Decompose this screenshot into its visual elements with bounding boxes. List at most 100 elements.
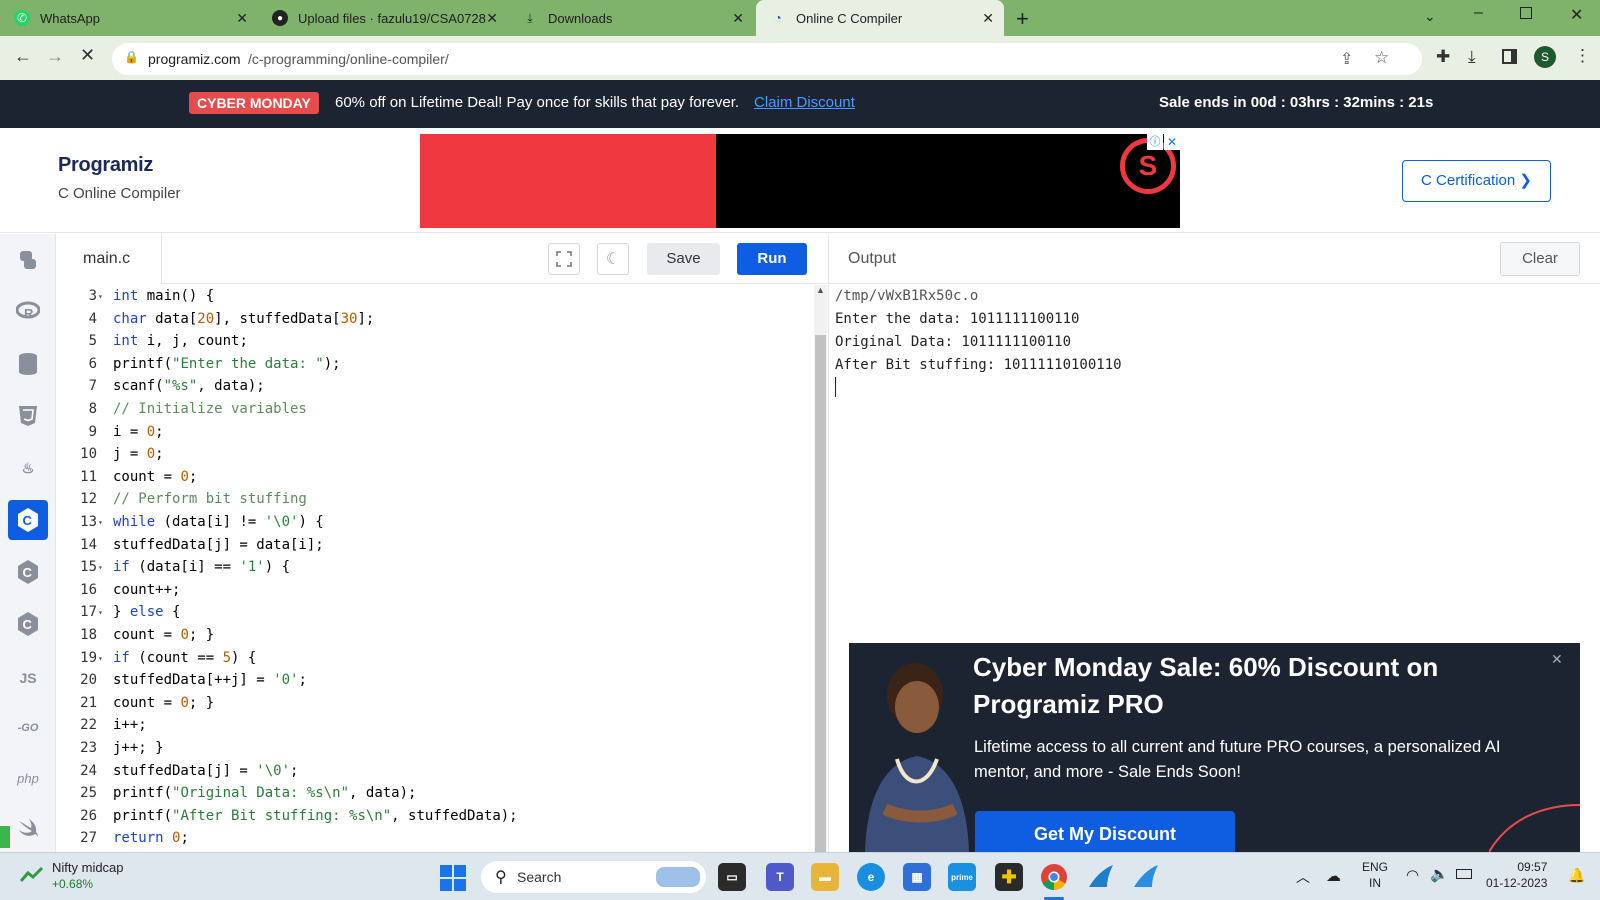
shark-app-2-icon[interactable] — [1132, 863, 1160, 891]
code-line[interactable]: 13 ▾ while (data[i] != '\0') { — [57, 511, 797, 534]
windows-start-icon[interactable] — [440, 865, 466, 896]
code-line[interactable]: 12 // Perform bit stuffing — [57, 488, 797, 511]
save-button[interactable]: Save — [647, 243, 720, 275]
code-line[interactable]: 5 int i, j, count; — [57, 330, 797, 353]
close-tab-icon[interactable]: ✕ — [982, 10, 994, 27]
python-icon[interactable] — [8, 240, 48, 280]
close-window-icon[interactable]: ✕ — [1570, 5, 1583, 25]
wifi-icon[interactable]: ◠ — [1406, 866, 1419, 884]
code-editor[interactable]: 3 ▾ int main() {4 char data[20], stuffedDat… — [57, 285, 812, 852]
notification-bell-icon[interactable]: 🔔 — [1568, 867, 1585, 884]
c-certification-button[interactable]: C Certification ❯ — [1402, 160, 1551, 202]
code-line[interactable]: 9 i = 0; — [57, 421, 797, 444]
code-line[interactable]: 26 printf("After Bit stuffing: %s\n", stu… — [57, 805, 797, 828]
file-tab[interactable]: main.c — [57, 234, 162, 284]
profile-avatar[interactable]: S — [1534, 46, 1556, 68]
taskbar-search-box[interactable]: ⚲ Search — [481, 861, 706, 893]
fullscreen-button[interactable] — [548, 243, 580, 275]
code-line[interactable]: 27 return 0; — [57, 827, 797, 850]
php-icon[interactable]: php — [8, 758, 48, 798]
code-line[interactable]: 6 printf("Enter the data: "); — [57, 353, 797, 376]
url-bar[interactable]: 🔒 programiz.com /c-programming/online-co… — [112, 43, 1422, 75]
menu-kebab-icon[interactable]: ⋮ — [1574, 46, 1591, 66]
task-view-icon[interactable]: ▭ — [718, 863, 746, 891]
ad-info-icon[interactable]: ⓘ — [1147, 134, 1163, 150]
code-line[interactable]: 14 stuffedData[j] = data[i]; — [57, 534, 797, 557]
share-icon[interactable]: ⇪ — [1340, 49, 1353, 69]
get-my-discount-button[interactable]: Get My Discount — [975, 811, 1235, 852]
go-icon[interactable]: -GO — [8, 708, 48, 748]
tab-github[interactable]: ● Upload files · fazulu19/CSA0728 ✕ — [258, 0, 508, 36]
code-line[interactable]: 23 j++; } — [57, 737, 797, 760]
side-panel-icon[interactable] — [1502, 49, 1517, 64]
javascript-icon[interactable]: JS — [8, 658, 48, 698]
tab-search-chevron-icon[interactable]: ⌄ — [1424, 8, 1436, 25]
r-language-icon[interactable]: R — [8, 292, 48, 332]
claim-discount-link[interactable]: Claim Discount — [754, 94, 855, 111]
downloads-icon[interactable]: ⤓ — [1468, 47, 1476, 67]
file-explorer-icon[interactable]: ▬ — [811, 863, 839, 891]
code-line[interactable]: 24 stuffedData[j] = '\0'; — [57, 760, 797, 783]
code-line[interactable]: 17 ▾} else { — [57, 601, 797, 624]
code-line[interactable]: 22 i++; — [57, 714, 797, 737]
close-tab-icon[interactable]: ✕ — [236, 10, 248, 27]
code-line[interactable]: 20 stuffedData[++j] = '0'; — [57, 669, 797, 692]
battery-icon[interactable] — [1456, 869, 1472, 879]
chrome-icon[interactable] — [1040, 863, 1068, 891]
advertisement[interactable]: S ⓘ ✕ — [420, 134, 1180, 228]
tab-downloads[interactable]: ⤓ Downloads ✕ — [508, 0, 754, 36]
tab-whatsapp[interactable]: ✆ WhatsApp ✕ — [0, 0, 258, 36]
close-tab-icon[interactable]: ✕ — [732, 10, 744, 27]
shark-app-icon[interactable] — [1087, 863, 1115, 891]
dark-mode-button[interactable]: ☾ — [597, 243, 629, 275]
c-language-icon[interactable]: C — [8, 500, 48, 540]
teams-icon[interactable]: T — [766, 863, 794, 891]
ad-close-icon[interactable]: ✕ — [1164, 134, 1180, 150]
clear-button[interactable]: Clear — [1500, 242, 1580, 276]
microsoft-store-icon[interactable]: ▦ — [903, 863, 931, 891]
new-tab-icon[interactable]: + — [1016, 6, 1029, 32]
scroll-up-arrow-icon[interactable]: ▲ — [816, 285, 825, 295]
code-line[interactable]: 21 count = 0; } — [57, 692, 797, 715]
extensions-icon[interactable]: ✚ — [1436, 47, 1450, 67]
close-tab-icon[interactable]: ✕ — [486, 10, 498, 27]
game-app-icon[interactable]: ✚ — [995, 863, 1023, 891]
fold-arrow-icon[interactable]: ▾ — [98, 285, 103, 308]
close-popup-icon[interactable]: ✕ — [1551, 651, 1563, 668]
code-line[interactable]: 8 // Initialize variables — [57, 398, 797, 421]
clock[interactable]: 09:57 01-12-2023 — [1486, 859, 1547, 891]
run-button[interactable]: Run — [737, 243, 807, 275]
fold-arrow-icon[interactable]: ▾ — [98, 556, 103, 579]
tab-online-c-compiler[interactable]: ◔ Online C Compiler ✕ — [756, 0, 1004, 36]
stop-loading-icon[interactable]: ✕ — [80, 45, 95, 66]
forward-icon[interactable]: → — [46, 46, 64, 67]
edge-icon[interactable]: e — [857, 863, 885, 891]
onedrive-icon[interactable]: ☁ — [1326, 867, 1341, 885]
code-line[interactable]: 19 ▾ if (count == 5) { — [57, 647, 797, 670]
fold-arrow-icon[interactable]: ▾ — [98, 601, 103, 624]
fold-arrow-icon[interactable]: ▾ — [98, 511, 103, 534]
editor-scrollbar[interactable]: ▲ — [814, 285, 827, 852]
code-line[interactable]: 25 printf("Original Data: %s\n", data); — [57, 782, 797, 805]
market-widget[interactable]: Nifty midcap +0.68% — [10, 859, 130, 895]
html5-icon[interactable] — [8, 396, 48, 436]
scrollbar-thumb[interactable] — [815, 335, 826, 852]
volume-icon[interactable]: 🔈 — [1430, 865, 1449, 883]
prime-video-icon[interactable]: prime — [948, 863, 976, 891]
language-indicator[interactable]: ENG IN — [1362, 859, 1388, 891]
bookmark-star-icon[interactable]: ☆ — [1374, 48, 1389, 68]
code-line[interactable]: 11 count = 0; — [57, 466, 797, 489]
code-line[interactable]: 16 count++; — [57, 579, 797, 602]
java-icon[interactable]: ♨ — [8, 448, 48, 488]
code-line[interactable]: 3 ▾ int main() { — [57, 285, 797, 308]
sql-database-icon[interactable] — [8, 344, 48, 384]
minimize-icon[interactable]: – — [1474, 4, 1483, 22]
code-line[interactable]: 18 count = 0; } — [57, 624, 797, 647]
code-line[interactable]: 15 ▾ if (data[i] == '1') { — [57, 556, 797, 579]
code-line[interactable]: 7 scanf("%s", data); — [57, 375, 797, 398]
swift-icon[interactable] — [8, 808, 48, 848]
code-line[interactable]: 4 char data[20], stuffedData[30]; — [57, 308, 797, 331]
show-hidden-icons-icon[interactable]: ︿ — [1296, 867, 1310, 887]
csharp-icon[interactable]: C — [8, 604, 48, 644]
code-line[interactable]: 10 j = 0; — [57, 443, 797, 466]
